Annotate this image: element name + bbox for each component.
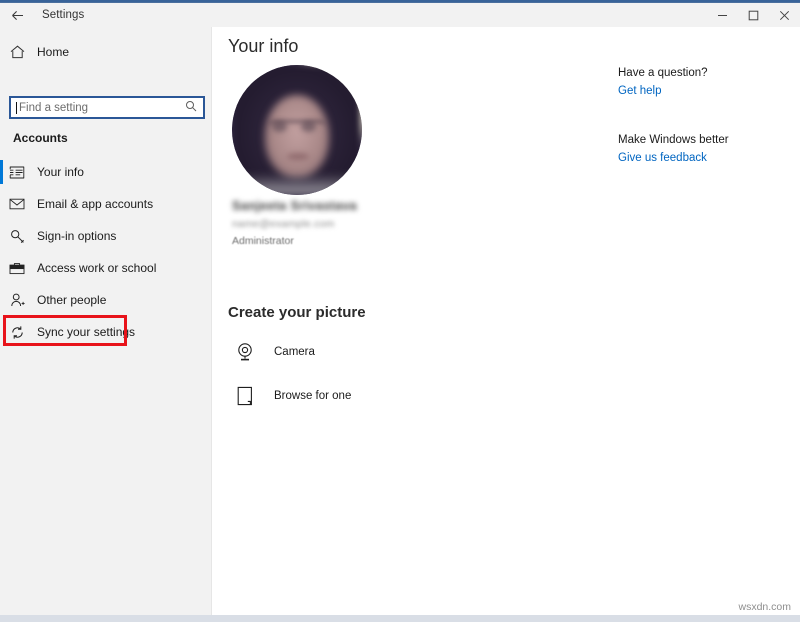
search-placeholder: Find a setting (19, 101, 89, 114)
sync-icon (0, 325, 34, 340)
create-picture-option-browse-label: Browse for one (274, 390, 352, 402)
browse-file-icon (228, 386, 262, 406)
sidebar-item-home-label: Home (37, 45, 70, 59)
sidebar-item-sync-your-settings-label: Sync your settings (37, 325, 136, 339)
avatar-mouth (287, 153, 309, 160)
account-identity: Sanjeeta Srivastava name@example.com Adm… (232, 199, 462, 247)
give-feedback-link[interactable]: Give us feedback (618, 152, 793, 164)
sidebar-item-your-info[interactable]: Your info (0, 156, 212, 188)
title-bar: Settings (0, 3, 800, 27)
sidebar-item-other-people-label: Other people (37, 293, 107, 307)
sidebar: Home Find a setting Accounts Your info E… (0, 27, 212, 615)
window-controls (707, 3, 800, 27)
main-content: Your info Sanjeeta Srivastava name@examp… (213, 27, 800, 615)
sidebar-item-email-app-accounts[interactable]: Email & app accounts (0, 188, 212, 220)
account-name: Sanjeeta Srivastava (232, 199, 358, 213)
avatar[interactable] (232, 65, 362, 195)
avatar-face (265, 95, 329, 177)
selection-indicator (0, 160, 3, 184)
watermark: wsxdn.com (738, 601, 791, 613)
help-question-block: Have a question? Get help (618, 67, 793, 97)
avatar-glasses (268, 120, 326, 134)
key-icon (0, 229, 34, 244)
sidebar-item-access-work-school[interactable]: Access work or school (0, 252, 212, 284)
contact-card-icon (0, 166, 34, 179)
help-panel: Have a question? Get help Make Windows b… (618, 67, 793, 164)
close-button[interactable] (769, 3, 800, 27)
help-question-heading: Have a question? (618, 67, 708, 79)
briefcase-icon (0, 262, 34, 275)
page-title: Your info (228, 36, 299, 56)
home-icon (0, 45, 34, 59)
settings-window: Settings Home Find a setting Accounts Yo… (0, 0, 800, 622)
sidebar-item-home[interactable]: Home (0, 37, 212, 67)
window-title: Settings (42, 9, 85, 21)
minimize-button[interactable] (707, 3, 738, 27)
avatar-shade (232, 173, 362, 195)
create-picture-option-camera-label: Camera (274, 346, 315, 358)
search-icon[interactable] (185, 99, 197, 117)
sidebar-item-access-work-school-label: Access work or school (37, 261, 157, 275)
create-picture-option-browse[interactable]: Browse for one (228, 381, 488, 411)
person-add-icon (0, 293, 34, 307)
sidebar-group-title: Accounts (13, 131, 68, 145)
account-email: name@example.com (232, 218, 335, 230)
help-feedback-block: Make Windows better Give us feedback (618, 134, 793, 164)
window-accent-bar-inner (0, 0, 800, 2)
create-picture-title: Create your picture (228, 304, 366, 321)
bottom-strip (0, 615, 800, 622)
account-role: Administrator (232, 235, 294, 247)
maximize-button[interactable] (738, 3, 769, 27)
sidebar-item-sync-your-settings[interactable]: Sync your settings (0, 316, 212, 348)
get-help-link[interactable]: Get help (618, 85, 793, 97)
sidebar-item-other-people[interactable]: Other people (0, 284, 212, 316)
search-field-wrapper[interactable]: Find a setting (9, 96, 205, 119)
create-picture-option-camera[interactable]: Camera (228, 337, 488, 367)
back-button[interactable] (0, 3, 34, 27)
title-bar-left: Settings (0, 3, 84, 27)
help-feedback-heading: Make Windows better (618, 134, 729, 146)
sidebar-item-your-info-label: Your info (37, 165, 84, 179)
sidebar-item-sign-in-options[interactable]: Sign-in options (0, 220, 212, 252)
camera-icon (228, 342, 262, 362)
sidebar-nav: Your info Email & app accounts Sign-in o… (0, 156, 212, 348)
search-caret (16, 102, 17, 114)
sidebar-item-email-app-accounts-label: Email & app accounts (37, 197, 154, 211)
sidebar-item-sign-in-options-label: Sign-in options (37, 229, 117, 243)
search-input[interactable]: Find a setting (9, 96, 205, 119)
envelope-icon (0, 198, 34, 210)
